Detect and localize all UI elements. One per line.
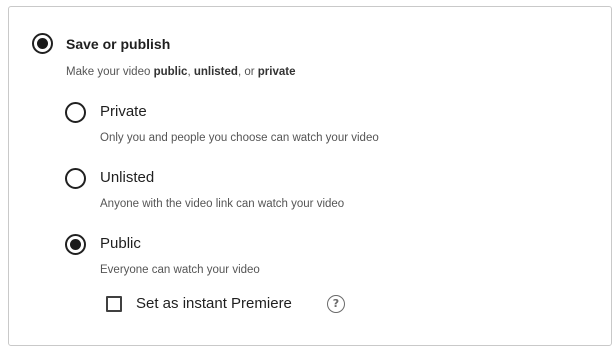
public-radio[interactable]: [65, 234, 86, 255]
description-private: private: [257, 66, 296, 78]
public-label[interactable]: Public: [100, 235, 141, 253]
save-or-publish-radio[interactable]: [32, 33, 53, 54]
description-unlisted: unlisted: [193, 66, 238, 78]
instant-premiere-label[interactable]: Set as instant Premiere: [136, 295, 292, 313]
visibility-card: [8, 6, 612, 346]
save-or-publish-label[interactable]: Save or publish: [66, 35, 170, 53]
private-description: Only you and people you choose can watch…: [100, 132, 379, 144]
instant-premiere-checkbox[interactable]: [106, 296, 122, 312]
help-circle-icon[interactable]: ?: [327, 295, 345, 313]
description-text: Make your video: [66, 66, 154, 78]
private-radio[interactable]: [65, 102, 86, 123]
description-public: public: [153, 66, 188, 78]
unlisted-radio[interactable]: [65, 168, 86, 189]
description-separator: , or: [237, 66, 258, 78]
unlisted-description: Anyone with the video link can watch you…: [100, 198, 345, 210]
unlisted-label[interactable]: Unlisted: [100, 169, 154, 187]
save-or-publish-description: Make your video public, unlisted, or pri…: [66, 65, 295, 79]
private-label[interactable]: Private: [100, 103, 147, 121]
public-description: Everyone can watch your video: [100, 264, 260, 276]
